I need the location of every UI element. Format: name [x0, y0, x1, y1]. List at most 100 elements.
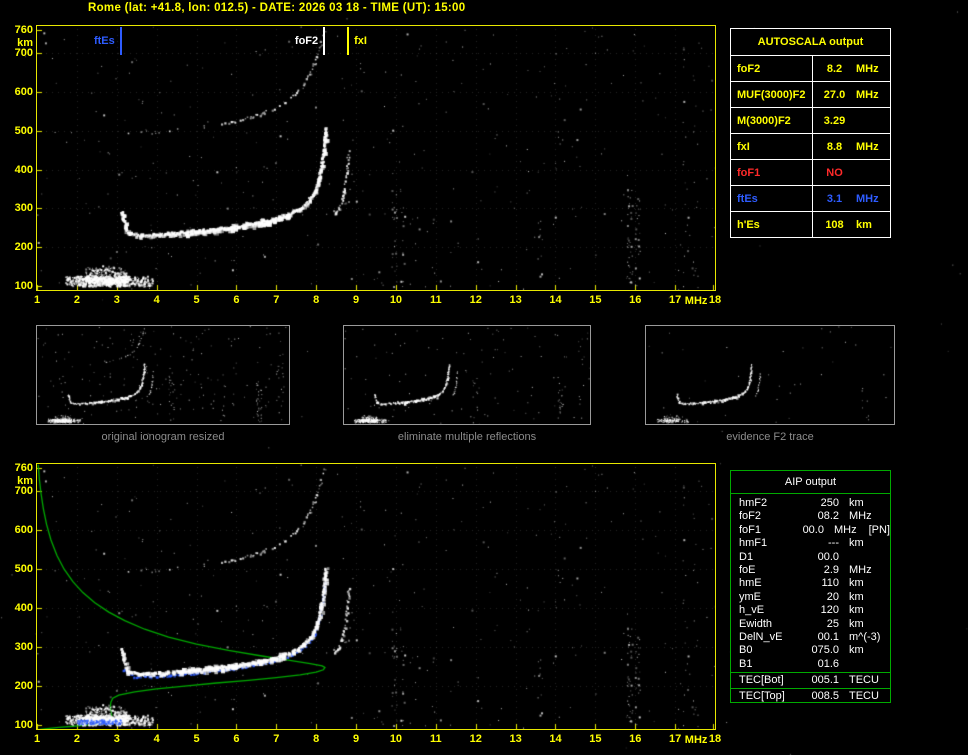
param-value-cell: 108 km — [813, 212, 890, 237]
x-tick-label: 8 — [313, 294, 320, 306]
y-tick-label: 500 — [14, 124, 33, 137]
y-axis-unit: km — [17, 36, 33, 49]
x-tick-label: 14 — [549, 733, 562, 745]
param-unit: MHz — [856, 88, 879, 101]
x-tick-label: 2 — [73, 294, 80, 306]
marker-label-fof2: foF2 — [294, 35, 319, 47]
y-tick-label: 700 — [14, 485, 33, 498]
param-unit: km — [849, 644, 864, 657]
aip-row: D1 00.0 — [739, 551, 890, 564]
param-unit: MHz — [856, 62, 879, 75]
tec-row: TEC[Bot] 005.1 TECU — [731, 673, 890, 688]
x-tick-label: 11 — [429, 294, 442, 306]
autoscala-row: h'Es 108 km — [731, 211, 890, 237]
x-tick-label: 10 — [389, 294, 403, 306]
param-unit: MHz — [849, 510, 872, 523]
thumbnail-no-multiples — [343, 325, 591, 425]
param-name: M(3000)F2 — [731, 108, 813, 133]
autoscala-table-title: AUTOSCALA output — [757, 36, 864, 48]
param-value: 3.1 — [826, 192, 843, 205]
param-unit: MHz — [856, 192, 879, 205]
param-name: MUF(3000)F2 — [731, 82, 813, 107]
param-value: 00.0 — [817, 550, 839, 563]
autoscala-row: foF1 NO — [731, 159, 890, 185]
param-value: 3.29 — [823, 114, 846, 127]
param-value: 00.0 — [802, 523, 824, 536]
autoscala-row: fxI 8.8 MHz — [731, 133, 890, 159]
x-tick-label: 5 — [193, 294, 200, 306]
param-unit: km — [849, 604, 864, 617]
param-value: NO — [826, 166, 843, 179]
y-tick-label: 200 — [14, 241, 33, 254]
param-value: 8.8 — [826, 140, 843, 153]
param-value: 075.0 — [811, 644, 839, 657]
y-tick-label: 300 — [14, 641, 33, 654]
param-value: 00.1 — [817, 630, 839, 643]
param-name: D1 — [739, 550, 754, 563]
param-value: 25 — [826, 617, 839, 630]
x-tick-label: 17 — [668, 733, 682, 745]
x-tick-label: 6 — [233, 733, 240, 745]
param-value-cell: 3.1 MHz — [813, 186, 890, 211]
thumbnail-canvas-original — [37, 326, 289, 424]
param-name: DelN_vE — [739, 630, 783, 643]
x-tick-label: 10 — [389, 733, 403, 745]
aip-rows: hmF2 250 km foF2 08.2 MHz foF1 00.0 MHz [PN] hmF1-… — [731, 494, 890, 671]
param-value: 250 — [820, 497, 839, 509]
marker-line-fof2 — [323, 27, 326, 55]
ionogram-canvas-top — [37, 26, 715, 290]
param-value-cell: 8.2 MHz — [813, 56, 890, 81]
x-tick-label: 13 — [509, 733, 522, 745]
aip-output-table: AIP output hmF2 250 km foF2 08.2 MHz foF1 00.0 MH… — [730, 470, 891, 703]
tec-box: TEC[Bot] 005.1 TECU TEC[Top] 008.5 TECU — [730, 672, 891, 703]
param-unit: km — [849, 537, 864, 550]
param-unit: km — [849, 617, 864, 630]
y-tick-label: 500 — [14, 563, 33, 576]
param-name: h'Es — [731, 212, 813, 237]
y-tick-label: 100 — [14, 280, 33, 293]
thumbnail-canvas-no-multiples — [344, 326, 590, 424]
aip-row: hmF1 --- km — [739, 537, 890, 550]
param-value: 120 — [820, 604, 839, 617]
param-value: 08.2 — [817, 510, 839, 523]
aip-row: Ewidth 25 km — [739, 618, 890, 631]
param-value-cell: 8.8 MHz — [813, 134, 890, 159]
thumbnail-caption-evidence: evidence F2 trace — [726, 431, 814, 443]
aip-row: DelN_vE 00.1 m^(-3) — [739, 631, 890, 644]
x-tick-label: 14 — [549, 294, 562, 306]
aip-row: B1 01.6 — [739, 658, 890, 671]
y-tick-label: 600 — [14, 86, 33, 98]
x-tick-label: 16 — [629, 733, 642, 745]
y-tick-label: 600 — [14, 524, 33, 537]
param-unit: km — [849, 577, 864, 590]
marker-line-fxi — [347, 27, 350, 55]
param-name: h_vE — [739, 604, 765, 617]
autoscala-row: foF2 8.2 MHz — [731, 55, 890, 81]
aip-row: foF1 00.0 MHz [PN] — [739, 524, 890, 537]
x-axis-unit: MHz — [684, 734, 708, 746]
param-unit: km — [849, 497, 864, 509]
y-tick-label: 760 — [14, 461, 33, 474]
main-ionogram-plot: 760 700 600 500 400 300 200 100 km 1 2 3 4 5 6 7 8 9 10 11 1… — [15, 24, 721, 307]
param-name: hmF1 — [739, 537, 768, 550]
x-tick-label: 15 — [589, 294, 602, 306]
x-tick-label: 11 — [429, 733, 442, 745]
x-tick-label: 2 — [73, 733, 80, 745]
x-tick-label: 8 — [313, 733, 320, 745]
param-unit: TECU — [849, 674, 879, 686]
param-unit: MHz — [849, 563, 872, 576]
autoscala-row: ftEs 3.1 MHz — [731, 185, 890, 211]
y-tick-label: 760 — [14, 23, 33, 36]
param-value-cell: NO — [813, 160, 890, 185]
autoscala-row: M(3000)F2 3.29 — [731, 107, 890, 133]
param-name: B1 — [739, 657, 753, 670]
autoscala-output-table: AUTOSCALA output foF2 8.2 MHz MUF(3000)F2 27.… — [730, 28, 891, 238]
param-value: 008.5 — [811, 689, 839, 702]
x-axis-unit: MHz — [684, 295, 708, 307]
ionogram-canvas-bottom — [37, 464, 715, 729]
aip-row: ymE 20 km — [739, 591, 890, 604]
param-unit: TECU — [849, 689, 879, 702]
x-tick-label: 12 — [469, 733, 482, 745]
station-header: Rome (lat: +41.8, lon: 012.5) - DATE: 20… — [88, 2, 466, 14]
param-name: hmF2 — [739, 497, 768, 509]
